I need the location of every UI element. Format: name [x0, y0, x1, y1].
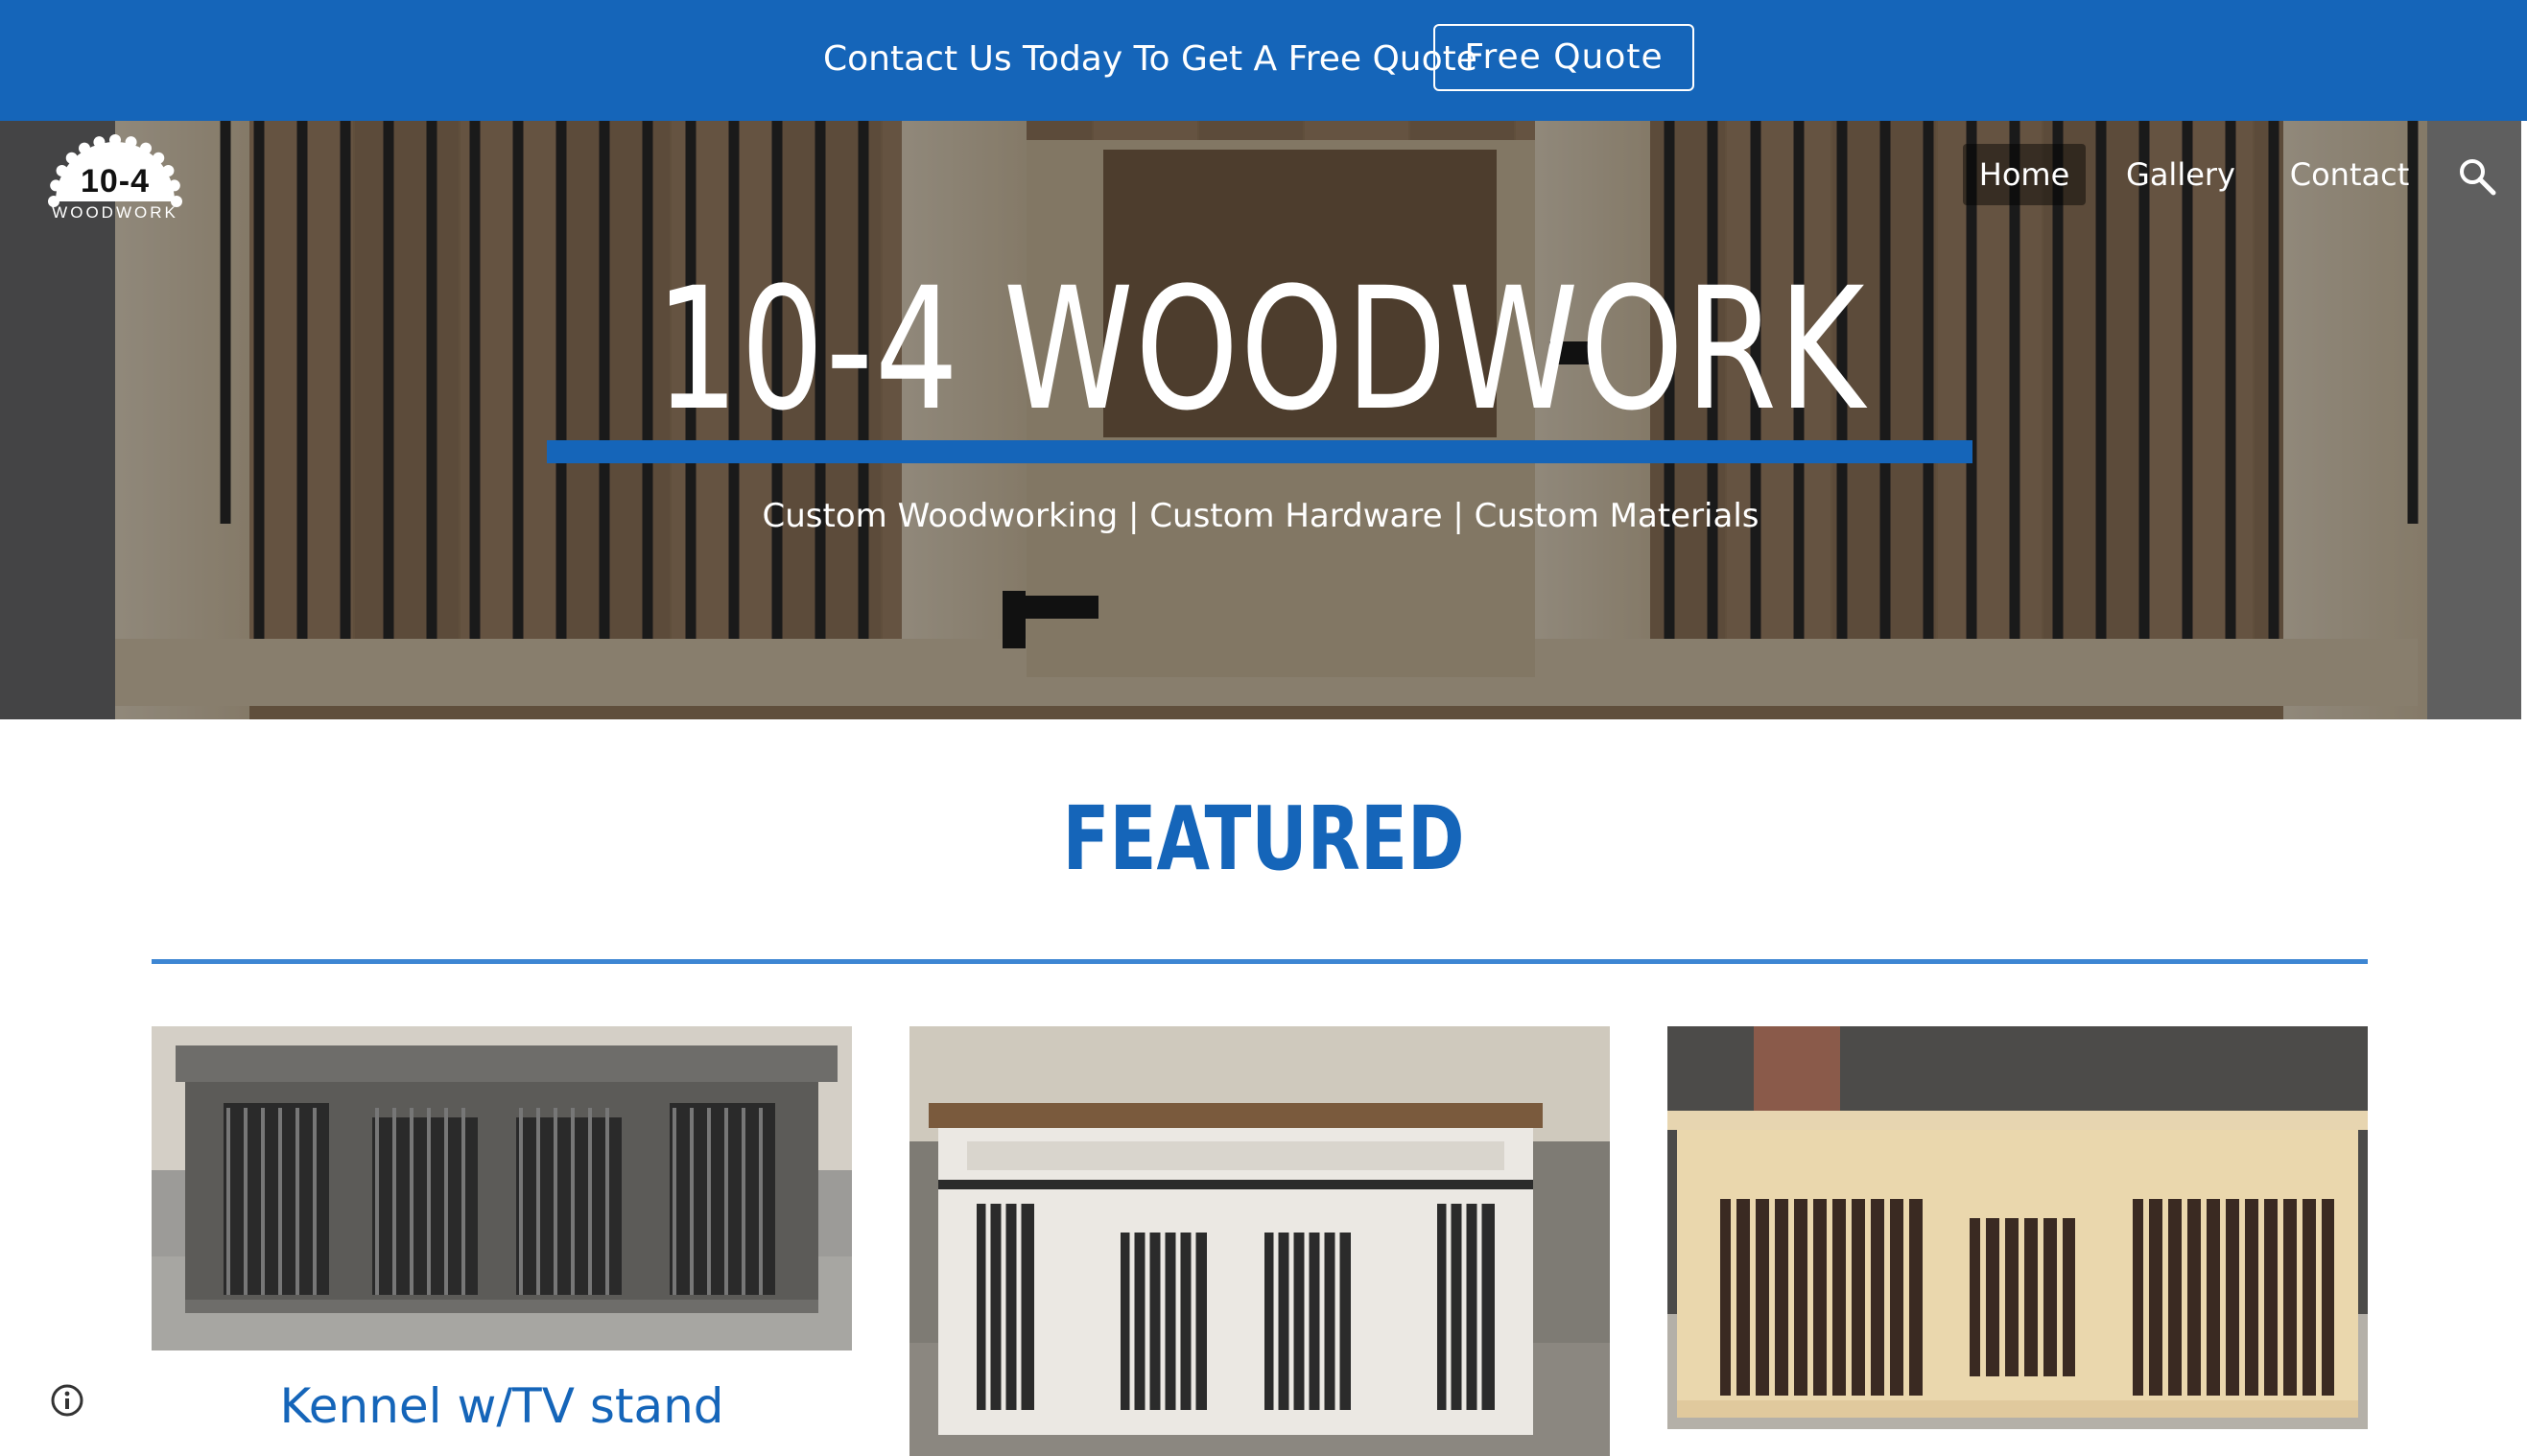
nav-contact[interactable]: Contact [2278, 144, 2421, 205]
free-quote-button[interactable]: Free Quote [1433, 24, 1694, 91]
featured-heading: FEATURED [1062, 787, 1465, 890]
logo-wordmark: WOODWORK [52, 203, 178, 222]
featured-image-3[interactable] [1667, 1026, 2368, 1429]
search-icon[interactable] [2456, 155, 2498, 198]
featured-image-1[interactable] [152, 1026, 852, 1350]
white-kennel-photo [909, 1026, 1610, 1456]
hero-banner: 10-4 WOODWORK Home Gallery Contact 10-4 … [0, 121, 2521, 719]
grey-kennel-photo [152, 1026, 852, 1350]
announcement-bar: Contact Us Today To Get A Free Quote Fre… [0, 0, 2527, 121]
featured-card-1-caption[interactable]: Kennel w/TV stand [152, 1375, 852, 1437]
featured-image-2[interactable] [909, 1026, 1610, 1456]
announcement-text: Contact Us Today To Get A Free Quote [823, 39, 1477, 79]
nav-home[interactable]: Home [1963, 144, 2086, 205]
nav-gallery[interactable]: Gallery [2118, 144, 2243, 205]
info-icon[interactable] [48, 1381, 86, 1420]
site-logo[interactable]: 10-4 WOODWORK [48, 130, 182, 236]
hero-subtitle: Custom Woodworking | Custom Hardware | C… [762, 497, 1759, 535]
featured-divider [152, 959, 2368, 964]
hero-divider [547, 440, 1972, 463]
hero-title: 10-4 WOODWORK [654, 251, 1867, 448]
pine-kennel-photo [1667, 1026, 2368, 1429]
logo-number: 10-4 [80, 163, 151, 200]
